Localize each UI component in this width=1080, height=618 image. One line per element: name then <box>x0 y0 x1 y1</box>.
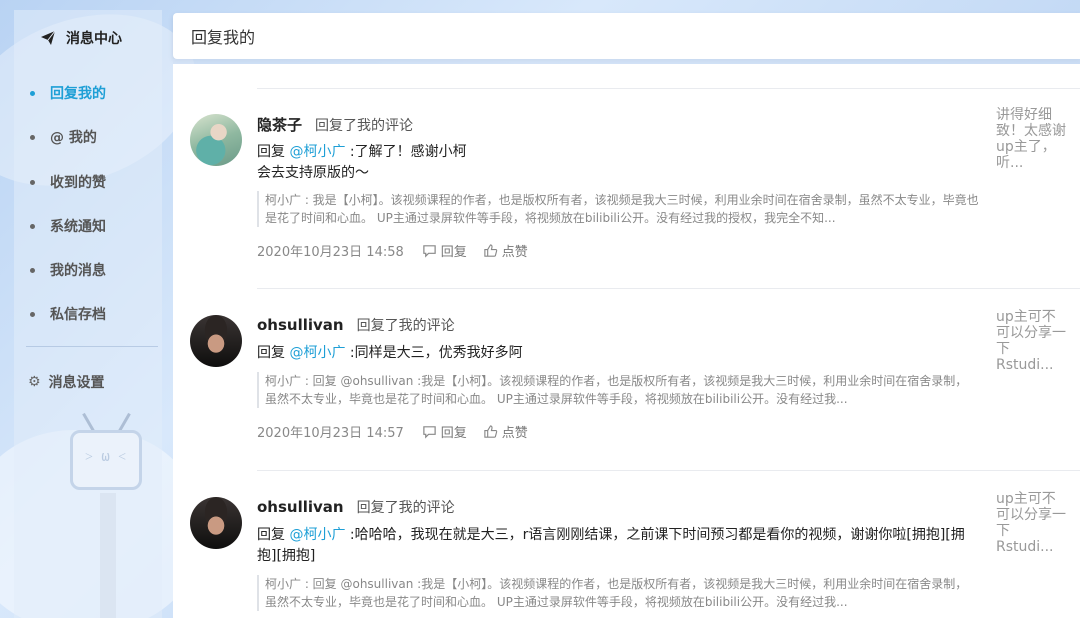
mention-link[interactable]: @柯小广 <box>289 144 345 160</box>
gear-icon: ⚙ <box>28 374 41 390</box>
reply-action: 回复了我的评论 <box>315 118 414 134</box>
reply-content: 回复 @柯小广 :同样是大三，优秀我好多阿 <box>257 345 523 361</box>
quoted-comment: 柯小广 : 回复 @ohsullivan :我是【小柯】。该视频课程的作者，也是… <box>257 372 979 408</box>
reply-time: 2020年10月23日 14:58 <box>257 245 404 260</box>
sidebar: 消息中心 回复我的 @ 我的 收到的赞 系统通知 我的消息 私信存档 ⚙ 消息设… <box>14 10 162 618</box>
original-comment-preview[interactable]: 讲得好细致！太感谢up主了，听... <box>996 107 1066 171</box>
sidebar-title: 消息中心 <box>14 24 162 52</box>
bullet-icon <box>30 267 35 273</box>
avatar[interactable] <box>190 114 242 166</box>
bullet-icon <box>30 134 35 140</box>
reply-username[interactable]: ohsullivan <box>257 498 344 516</box>
bullet-icon <box>30 223 35 229</box>
bullet-icon <box>30 90 35 96</box>
reply-item: 隐茶子 回复了我的评论 回复 @柯小广 :了解了！感谢小柯 会去支持原版的～ 柯… <box>173 89 1080 289</box>
reply-username[interactable]: 隐茶子 <box>257 114 302 135</box>
original-comment-preview[interactable]: up主可不可以分享一下Rstudi... <box>996 491 1066 555</box>
comment-icon <box>423 426 436 439</box>
avatar[interactable] <box>190 497 242 549</box>
sidebar-item-mention-me[interactable]: @ 我的 <box>14 122 162 152</box>
sidebar-item-likes[interactable]: 收到的赞 <box>14 167 162 197</box>
thumbs-up-icon <box>484 425 497 438</box>
reply-item: ohsullivan 回复了我的评论 回复 @柯小广 :哈哈哈，我现在就是大三，… <box>173 471 1080 618</box>
reply-action: 回复了我的评论 <box>356 500 455 516</box>
like-button[interactable]: 点赞 <box>483 422 528 441</box>
like-button[interactable]: 点赞 <box>483 241 528 260</box>
original-comment-preview[interactable]: up主可不可以分享一下Rstudi... <box>996 309 1066 373</box>
sidebar-item-my-messages[interactable]: 我的消息 <box>14 255 162 285</box>
mention-link[interactable]: @柯小广 <box>289 527 345 543</box>
sidebar-divider <box>26 346 158 347</box>
reply-button[interactable]: 回复 <box>422 422 467 441</box>
avatar[interactable] <box>190 315 242 367</box>
comment-icon <box>423 245 436 258</box>
reply-button[interactable]: 回复 <box>422 241 467 260</box>
reply-time: 2020年10月23日 14:57 <box>257 426 404 441</box>
bullet-icon <box>30 179 35 185</box>
reply-meta: 2020年10月23日 14:58 回复 点赞 <box>257 241 544 260</box>
reply-meta: 2020年10月23日 14:57 回复 点赞 <box>257 422 544 441</box>
reply-list: 隐茶子 回复了我的评论 回复 @柯小广 :了解了！感谢小柯 会去支持原版的～ 柯… <box>173 64 1080 618</box>
quoted-comment: 柯小广 : 我是【小柯】。该视频课程的作者，也是版权所有者，该视频是我大三时候，… <box>257 191 979 227</box>
reply-username[interactable]: ohsullivan <box>257 316 344 334</box>
paper-plane-icon <box>41 30 56 45</box>
sidebar-item-settings[interactable]: ⚙ 消息设置 <box>14 367 162 397</box>
sidebar-item-reply-me[interactable]: 回复我的 <box>14 78 162 108</box>
mention-link[interactable]: @柯小广 <box>289 345 345 361</box>
reply-item: ohsullivan 回复了我的评论 回复 @柯小广 :同样是大三，优秀我好多阿… <box>173 289 1080 471</box>
sidebar-item-system-notice[interactable]: 系统通知 <box>14 211 162 241</box>
page-header: 回复我的 <box>173 13 1080 59</box>
sidebar-item-dm-archive[interactable]: 私信存档 <box>14 299 162 329</box>
reply-content: 回复 @柯小广 :了解了！感谢小柯 会去支持原版的～ <box>257 144 467 181</box>
reply-content: 回复 @柯小广 :哈哈哈，我现在就是大三，r语言刚刚结课，之前课下时间预习都是看… <box>257 527 965 564</box>
page-title: 回复我的 <box>191 28 256 47</box>
reply-action: 回复了我的评论 <box>356 318 455 334</box>
thumbs-up-icon <box>484 244 497 257</box>
bullet-icon <box>30 311 35 317</box>
quoted-comment: 柯小广 : 回复 @ohsullivan :我是【小柯】。该视频课程的作者，也是… <box>257 575 979 611</box>
